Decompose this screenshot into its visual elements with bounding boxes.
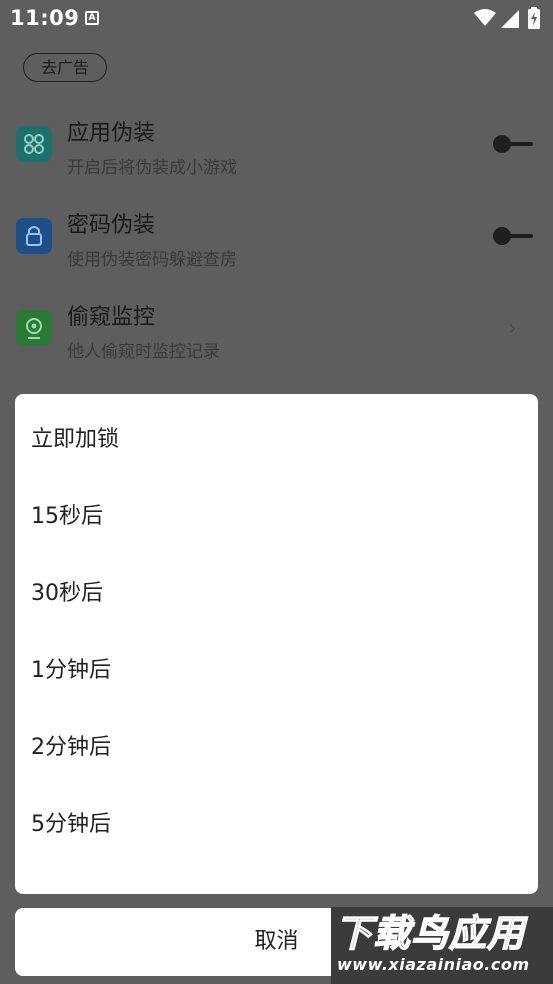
battery-charging-icon (528, 7, 540, 29)
app-disguise-row: 应用伪装 开启后将伪装成小游戏 (0, 100, 553, 190)
option-2min[interactable]: 2分钟后 (31, 710, 522, 786)
status-time: 11:09 (10, 6, 80, 30)
password-disguise-row: 密码伪装 使用伪装密码躲避查房 (0, 192, 553, 282)
accessibility-notification-icon: A (85, 11, 99, 25)
peek-monitor-row: 偷窥监控 他人偷窥时监控记录 › (0, 284, 553, 374)
signal-icon (501, 10, 519, 28)
apps-grid-icon (16, 126, 52, 162)
option-1min[interactable]: 1分钟后 (31, 633, 522, 709)
option-30s[interactable]: 30秒后 (31, 556, 522, 632)
lock-delay-dialog: 立即加锁 15秒后 30秒后 1分钟后 2分钟后 5分钟后 (15, 394, 538, 894)
row-subtitle: 使用伪装密码躲避查房 (67, 250, 237, 270)
wifi-icon (474, 9, 496, 26)
camera-icon (16, 310, 52, 346)
watermark-url: www.xiazainiao.com (337, 955, 530, 974)
app-disguise-toggle (493, 135, 533, 153)
option-5min[interactable]: 5分钟后 (31, 787, 522, 863)
option-15s[interactable]: 15秒后 (31, 479, 522, 555)
row-title: 应用伪装 (67, 121, 156, 146)
row-title: 密码伪装 (67, 213, 156, 238)
row-title: 偷窥监控 (67, 305, 156, 330)
remove-ads-button: 去广告 (23, 53, 107, 82)
status-bar: 11:09 A (0, 0, 553, 38)
option-lock-now[interactable]: 立即加锁 (31, 402, 522, 478)
lock-icon (16, 218, 52, 254)
password-disguise-toggle (493, 227, 533, 245)
row-subtitle: 开启后将伪装成小游戏 (67, 158, 237, 178)
watermark-title: 下载鸟应用 (334, 911, 525, 955)
watermark: 下载鸟应用 www.xiazainiao.com (331, 907, 553, 984)
chevron-right-icon: › (508, 316, 517, 341)
row-subtitle: 他人偷窥时监控记录 (67, 342, 220, 362)
